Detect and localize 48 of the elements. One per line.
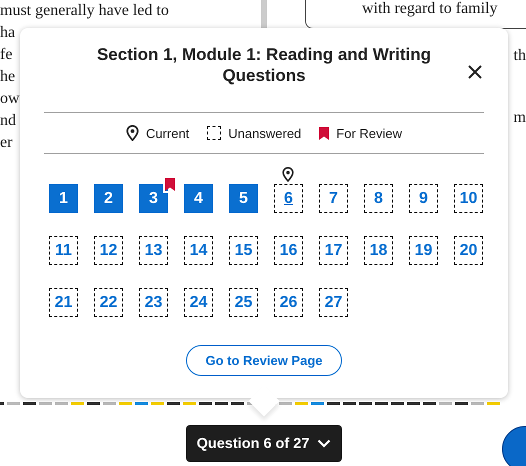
review-page-button[interactable]: Go to Review Page <box>186 345 342 376</box>
passage-text: must generally have led to <box>0 2 169 19</box>
answer-text: with regard to family <box>362 0 498 17</box>
question-number-button[interactable]: 12 <box>94 236 123 265</box>
close-icon[interactable] <box>468 65 482 79</box>
question-number-button[interactable]: 4 <box>184 184 213 213</box>
passage-text: ha <box>0 24 16 41</box>
question-number-button[interactable]: 11 <box>49 236 78 265</box>
passage-text: nd <box>0 112 16 129</box>
location-pin-icon <box>126 124 139 142</box>
question-number-button[interactable]: 1 <box>49 184 78 213</box>
legend-label: Current <box>146 126 190 140</box>
question-number-button[interactable]: 14 <box>184 236 213 265</box>
question-number-button[interactable]: 9 <box>409 184 438 213</box>
question-number-button[interactable]: 7 <box>319 184 348 213</box>
question-number-button[interactable]: 3 <box>139 184 168 213</box>
question-number-button[interactable]: 2 <box>94 184 123 213</box>
dashed-square-icon <box>207 126 222 140</box>
question-number-button[interactable]: 6 <box>274 184 303 213</box>
question-navigator-button[interactable]: Question 6 of 27 <box>186 425 342 462</box>
question-number-button[interactable]: 8 <box>364 184 393 213</box>
question-number-button[interactable]: 5 <box>229 184 258 213</box>
question-number-button[interactable]: 20 <box>454 236 483 265</box>
question-number-button[interactable]: 21 <box>49 288 78 317</box>
question-number-button[interactable]: 26 <box>274 288 303 317</box>
legend-label: Unanswered <box>228 126 302 140</box>
passage-text: er <box>0 134 12 151</box>
bookmark-icon <box>319 126 330 140</box>
answer-text: th <box>514 47 526 64</box>
question-number-button[interactable]: 27 <box>319 288 348 317</box>
passage-text: fe <box>0 46 12 63</box>
popup-title: Section 1, Module 1: Reading and Writing Questions <box>96 44 432 87</box>
question-number-button[interactable]: 19 <box>409 236 438 265</box>
question-number-button[interactable]: 16 <box>274 236 303 265</box>
passage-text: ow <box>0 90 20 107</box>
question-number-button[interactable]: 25 <box>229 288 258 317</box>
passage-text: he <box>0 68 16 85</box>
answer-text: m <box>514 109 526 126</box>
chevron-down-icon <box>317 439 332 448</box>
question-number-button[interactable]: 10 <box>454 184 483 213</box>
question-number-button[interactable]: 15 <box>229 236 258 265</box>
question-number-button[interactable]: 17 <box>319 236 348 265</box>
question-number-button[interactable]: 24 <box>184 288 213 317</box>
legend-label: For Review <box>336 126 402 140</box>
question-number-button[interactable]: 13 <box>139 236 168 265</box>
question-number-button[interactable]: 23 <box>139 288 168 317</box>
question-number-button[interactable]: 22 <box>94 288 123 317</box>
question-number-button[interactable]: 18 <box>364 236 393 265</box>
